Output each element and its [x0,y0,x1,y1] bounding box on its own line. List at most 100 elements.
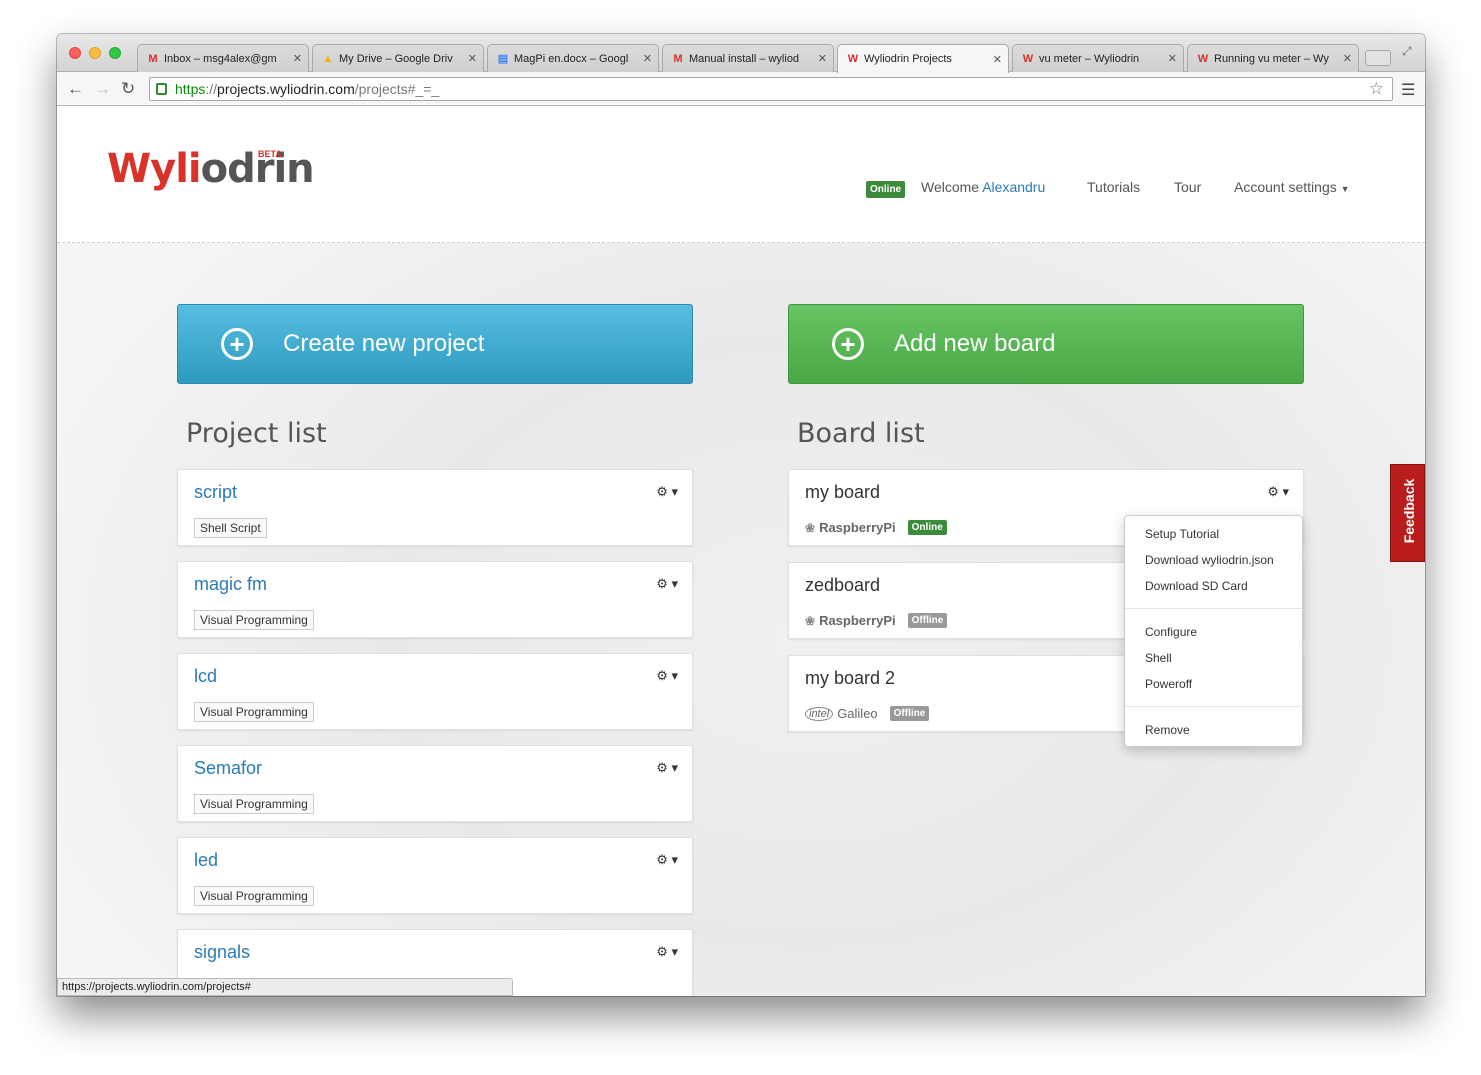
tab-wyliodrin-projects[interactable]: W Wyliodrin Projects ✕ [837,44,1009,73]
add-board-button[interactable]: + Add new board [788,304,1304,384]
project-name[interactable]: led [194,850,218,871]
menu-download-sd-card[interactable]: Download SD Card [1145,579,1248,593]
lock-icon [156,83,167,95]
project-name[interactable]: Semafor [194,758,262,779]
project-card[interactable]: script Shell Script ⚙ ▾ [177,469,693,546]
tab-close-icon[interactable]: ✕ [293,52,302,65]
address-bar[interactable]: https://projects.wyliodrin.com/projects#… [149,77,1393,101]
board-name[interactable]: zedboard [805,575,880,596]
board-platform: ❀ RaspberryPi Online [805,520,947,535]
project-name[interactable]: lcd [194,666,217,687]
tab-vu-meter[interactable]: W vu meter – Wyliodrin ✕ [1012,44,1184,72]
project-type-tag: Shell Script [194,518,267,538]
tab-close-icon[interactable]: ✕ [1168,52,1177,65]
browser-menu-icon[interactable]: ☰ [1401,80,1415,100]
raspberry-icon: ❀ [805,520,816,535]
menu-divider [1125,706,1302,707]
tab-bar: M Inbox – msg4alex@gm ✕ ▲ My Drive – Goo… [57,34,1425,73]
gear-dropdown-icon[interactable]: ⚙ ▾ [656,852,678,868]
project-card[interactable]: magic fm Visual Programming ⚙ ▾ [177,561,693,638]
gear-dropdown-icon[interactable]: ⚙ ▾ [656,944,678,960]
wyliodrin-icon: W [1022,52,1034,65]
wyliodrin-icon: W [1197,52,1209,65]
menu-remove[interactable]: Remove [1145,723,1190,737]
status-bar-url: https://projects.wyliodrin.com/projects# [57,978,513,996]
wyliodrin-icon: W [847,53,859,65]
fullscreen-icon[interactable]: ⤢ [1402,44,1412,59]
intel-logo: intel [805,706,834,721]
board-status-badge: Online [907,520,947,535]
tab-inbox[interactable]: M Inbox – msg4alex@gm ✕ [137,44,309,72]
username-link[interactable]: Alexandru [982,179,1045,195]
tab-docs[interactable]: ▤ MagPi en.docx – Googl ✕ [487,44,659,72]
menu-download-json[interactable]: Download wyliodrin.json [1145,553,1274,567]
project-type-tag: Visual Programming [194,610,314,630]
board-status-badge: Offline [907,613,948,628]
tab-close-icon[interactable]: ✕ [468,52,477,65]
board-platform: ❀ RaspberryPi Offline [805,613,948,628]
menu-poweroff[interactable]: Poweroff [1145,677,1192,691]
nav-tour[interactable]: Tour [1174,179,1201,195]
menu-setup-tutorial[interactable]: Setup Tutorial [1145,527,1219,541]
board-name[interactable]: my board [805,482,880,503]
create-project-button[interactable]: + Create new project [177,304,693,384]
gmail-icon: M [148,52,158,65]
menu-shell[interactable]: Shell [1145,651,1172,665]
project-name[interactable]: signals [194,942,250,963]
gear-dropdown-icon[interactable]: ⚙ ▾ [656,760,678,776]
nav-tutorials[interactable]: Tutorials [1087,179,1140,195]
welcome-text: Welcome Alexandru [921,179,1046,195]
docs-icon: ▤ [497,53,509,65]
menu-configure[interactable]: Configure [1145,625,1197,639]
board-list-title: Board list [797,418,925,449]
project-type-tag: Visual Programming [194,886,314,906]
zoom-window-button[interactable] [109,47,121,59]
nav-account-settings[interactable]: Account settings ▼ [1234,179,1350,195]
reload-icon[interactable]: ↻ [121,79,135,99]
bookmark-star-icon[interactable]: ☆ [1369,79,1384,99]
minimize-window-button[interactable] [89,47,101,59]
tab-close-icon[interactable]: ✕ [818,52,827,65]
tab-manual-install[interactable]: M Manual install – wyliod ✕ [662,44,834,72]
feedback-tab[interactable]: Feedback [1390,464,1425,562]
caret-down-icon: ▼ [1340,184,1350,194]
project-card[interactable]: led Visual Programming ⚙ ▾ [177,837,693,914]
tab-close-icon[interactable]: ✕ [993,53,1002,66]
board-actions-menu: Setup Tutorial Download wyliodrin.json D… [1124,515,1303,747]
site-header: Wyliodrin BETA Online Welcome Alexandru … [57,106,1425,243]
plus-circle-icon: + [832,328,864,360]
project-name[interactable]: magic fm [194,574,267,595]
gear-dropdown-icon[interactable]: ⚙ ▾ [1267,484,1289,500]
gmail-icon: M [673,52,683,65]
project-card[interactable]: lcd Visual Programming ⚙ ▾ [177,653,693,730]
browser-window: M Inbox – msg4alex@gm ✕ ▲ My Drive – Goo… [57,34,1425,996]
board-platform: intel Galileo Offline [805,706,930,721]
browser-toolbar: ← → ↻ https://projects.wyliodrin.com/pro… [57,72,1425,106]
tab-close-icon[interactable]: ✕ [1343,52,1352,65]
beta-label: BETA [258,149,282,159]
tab-running-vu-meter[interactable]: W Running vu meter – Wy ✕ [1187,44,1359,72]
project-name[interactable]: script [194,482,237,503]
tab-drive[interactable]: ▲ My Drive – Google Driv ✕ [312,44,484,72]
board-status-badge: Offline [889,706,930,721]
back-icon[interactable]: ← [67,79,84,99]
project-type-tag: Visual Programming [194,702,314,722]
project-list-title: Project list [186,418,327,449]
new-tab-button[interactable] [1365,50,1391,66]
project-card[interactable]: Semafor Visual Programming ⚙ ▾ [177,745,693,822]
drive-icon: ▲ [322,52,334,65]
online-status-badge: Online [866,181,906,198]
board-name[interactable]: my board 2 [805,668,895,689]
gear-dropdown-icon[interactable]: ⚙ ▾ [656,576,678,592]
page-content: Wyliodrin BETA Online Welcome Alexandru … [57,106,1425,996]
plus-circle-icon: + [221,328,253,360]
close-window-button[interactable] [69,47,81,59]
forward-icon[interactable]: → [94,79,111,99]
project-type-tag: Visual Programming [194,794,314,814]
tab-close-icon[interactable]: ✕ [643,52,652,65]
gear-dropdown-icon[interactable]: ⚙ ▾ [656,668,678,684]
menu-divider [1125,608,1302,609]
wyliodrin-logo[interactable]: Wyliodrin [107,146,315,192]
raspberry-icon: ❀ [805,613,816,628]
gear-dropdown-icon[interactable]: ⚙ ▾ [656,484,678,500]
